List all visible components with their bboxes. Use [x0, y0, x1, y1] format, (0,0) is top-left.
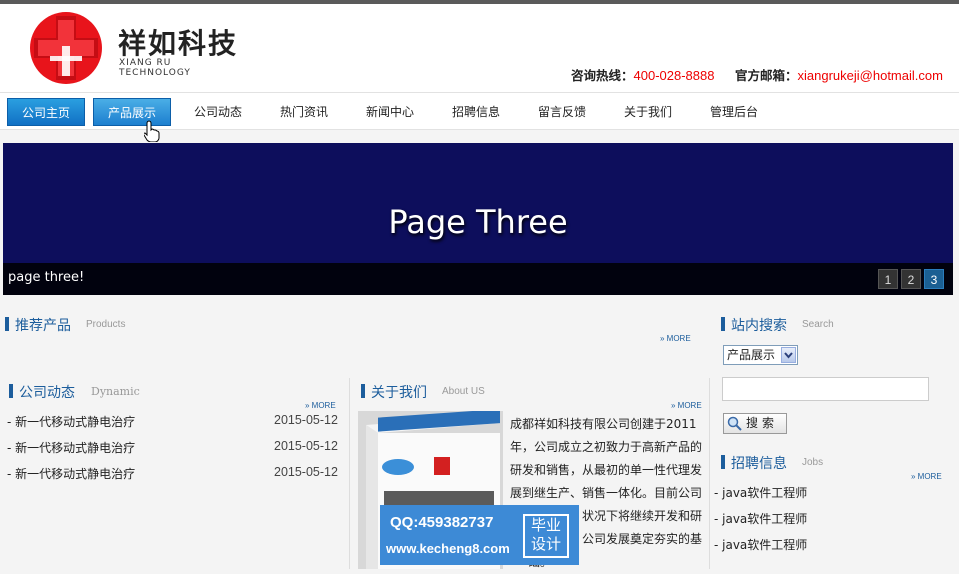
- about-more-link[interactable]: » MORE: [671, 401, 702, 410]
- slider-page-2[interactable]: 2: [901, 269, 921, 289]
- brand-name-en: XIANG RU TECHNOLOGY: [119, 58, 191, 78]
- slider-page-1[interactable]: 1: [878, 269, 898, 289]
- watermark-url: www.kecheng8.com: [386, 541, 510, 556]
- nav-item-company-news[interactable]: 公司动态: [179, 98, 257, 126]
- banner-caption: page three!: [8, 270, 85, 285]
- search-title-en: Search: [802, 319, 834, 330]
- products-title: 推荐产品: [5, 315, 71, 335]
- nav-item-hot-info[interactable]: 热门资讯: [265, 98, 343, 126]
- jobs-title-en: Jobs: [802, 457, 824, 468]
- about-title: 关于我们: [361, 382, 427, 402]
- nav-item-news-center[interactable]: 新闻中心: [351, 98, 429, 126]
- search-button[interactable]: 搜索: [723, 413, 787, 434]
- banner-title: Page Three: [388, 203, 568, 241]
- column-divider: [709, 378, 710, 569]
- magnifier-icon: [727, 416, 742, 431]
- watermark-badge: 毕业 设计: [523, 514, 569, 558]
- news-title-en: Dynamic: [91, 385, 140, 398]
- news-date: 2015-05-12: [274, 413, 338, 427]
- watermark-banner: QQ:459382737 www.kecheng8.com 毕业 设计: [380, 505, 579, 565]
- red-cross-logo-icon[interactable]: [28, 10, 104, 86]
- news-date: 2015-05-12: [274, 439, 338, 453]
- email: 官方邮箱：xiangrukeji@hotmail.com: [735, 65, 943, 84]
- watermark-badge-line: 毕业: [530, 516, 561, 534]
- search-title: 站内搜索: [721, 315, 787, 335]
- news-item[interactable]: - 新一代移动式静电治疗: [7, 465, 135, 482]
- nav-item-admin[interactable]: 管理后台: [695, 98, 773, 126]
- job-item[interactable]: - java软件工程师: [714, 536, 807, 553]
- watermark-badge-line: 设计: [530, 535, 561, 553]
- news-title: 公司动态: [9, 382, 75, 402]
- hotline-label: 咨询热线：: [571, 68, 634, 83]
- news-more-link[interactable]: » MORE: [305, 401, 336, 410]
- news-item[interactable]: - 新一代移动式静电治疗: [7, 439, 135, 456]
- about-line: 研发和销售，从最初的单一性代理发: [510, 463, 703, 477]
- jobs-more-link[interactable]: » MORE: [911, 472, 942, 481]
- search-button-label: 搜索: [746, 416, 779, 430]
- jobs-title: 招聘信息: [721, 453, 787, 473]
- brand-name: 祥如科技: [118, 27, 239, 60]
- watermark-qq: QQ:459382737: [390, 514, 494, 531]
- about-line: 成都祥如科技有限公司创建于2011: [510, 417, 697, 431]
- news-date: 2015-05-12: [274, 465, 338, 479]
- nav-item-feedback[interactable]: 留言反馈: [523, 98, 601, 126]
- search-input[interactable]: [722, 377, 929, 401]
- products-title-en: Products: [86, 319, 126, 330]
- nav-item-about[interactable]: 关于我们: [609, 98, 687, 126]
- site-header: 祥如科技 XIANG RU TECHNOLOGY 咨询热线：400-028-88…: [0, 4, 959, 92]
- hotline: 咨询热线：400-028-8888: [571, 65, 714, 84]
- search-category-select[interactable]: 产品展示: [723, 345, 798, 365]
- about-line: 展到继生产、销售一体化。目前公司: [510, 486, 703, 500]
- nav-item-home[interactable]: 公司主页: [7, 98, 85, 126]
- email-value[interactable]: xiangrukeji@hotmail.com: [798, 68, 943, 83]
- products-more-link[interactable]: » MORE: [660, 334, 691, 343]
- slider-page-3[interactable]: 3: [924, 269, 944, 289]
- banner-caption-bar: [3, 263, 953, 295]
- hotline-value: 400-028-8888: [633, 68, 715, 83]
- hand-cursor-icon: [144, 120, 160, 142]
- about-line: 年，公司成立之初致力于高新产品的: [510, 440, 703, 454]
- nav-item-jobs[interactable]: 招聘信息: [437, 98, 515, 126]
- about-title-en: About US: [442, 386, 485, 397]
- news-item[interactable]: - 新一代移动式静电治疗: [7, 413, 135, 430]
- chevron-down-icon[interactable]: [781, 347, 796, 363]
- banner-slider[interactable]: Page Three page three! 1 2 3: [3, 143, 953, 295]
- column-divider: [349, 378, 350, 569]
- job-item[interactable]: - java软件工程师: [714, 510, 807, 527]
- search-category-value: 产品展示: [727, 348, 776, 362]
- email-label: 官方邮箱：: [735, 68, 798, 83]
- job-item[interactable]: - java软件工程师: [714, 484, 807, 501]
